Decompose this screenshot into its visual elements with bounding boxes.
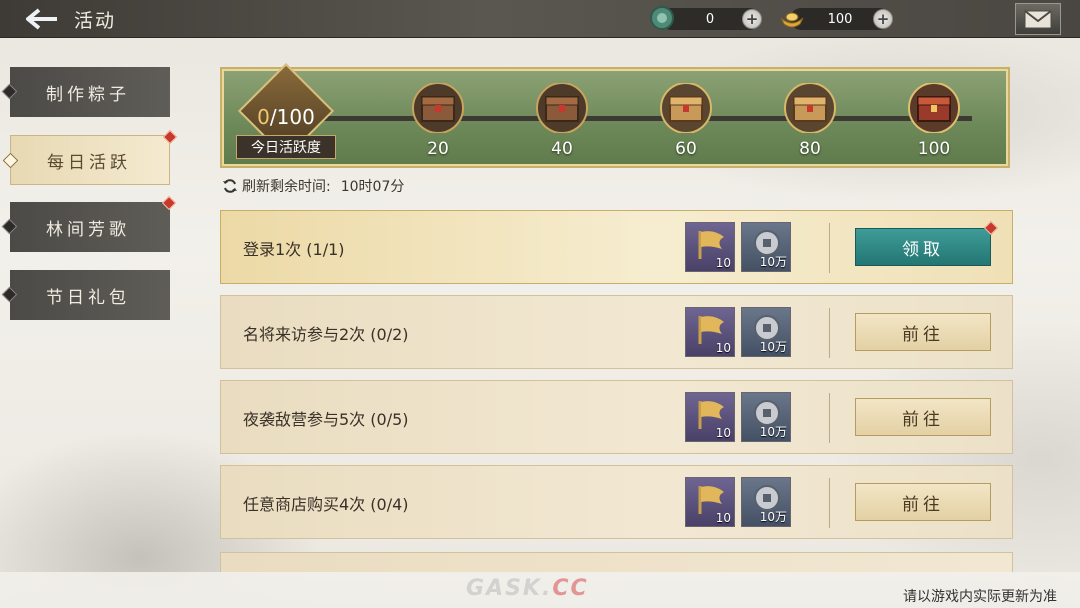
reward-coin-item[interactable]: 10万 (741, 222, 791, 272)
back-button[interactable] (22, 6, 62, 32)
activity-progress-banner: 0/100 今日活跃度 20 40 60 80 100 (220, 62, 1010, 168)
jade-coin-icon (650, 6, 674, 30)
gold-ingot-icon (780, 12, 804, 28)
milestone-value: 60 (675, 139, 697, 159)
sidebar-item-daily-active[interactable]: 每日活跃 (2, 129, 178, 185)
page-title: 活动 (74, 10, 117, 32)
milestone-value: 100 (917, 139, 951, 159)
refresh-icon (223, 179, 237, 193)
row-divider (829, 308, 830, 358)
row-divider (829, 223, 830, 273)
row-divider (829, 393, 830, 443)
sidebar-item-forest-song[interactable]: 林间芳歌 (1, 195, 177, 252)
footer-note: 请以游戏内实际更新为准 (903, 589, 1057, 605)
task-name: 名将来访参与2次 (0/2) (243, 325, 409, 344)
task-row: 夜袭敌营参与5次 (0/5) 10 10万 前往 (220, 380, 1013, 454)
top-bar: 活动 0 + 100 + (0, 0, 1080, 38)
milestone-value: 40 (551, 139, 573, 159)
sidebar-item-label: 林间芳歌 (46, 219, 130, 240)
back-arrow-icon (26, 8, 57, 30)
task-row: 登录1次 (1/1) 10 10万 领取 (220, 210, 1013, 284)
treasure-chest-icon[interactable] (410, 83, 466, 133)
diamond-marker-icon (1, 83, 18, 100)
task-name: 任意商店购买4次 (0/4) (243, 495, 409, 514)
task-name: 夜袭敌营参与5次 (0/5) (243, 410, 409, 429)
row-divider (829, 478, 830, 528)
go-button[interactable]: 前往 (855, 483, 991, 521)
diamond-marker-icon (1, 286, 18, 303)
treasure-chest-icon[interactable] (658, 83, 714, 133)
claim-button[interactable]: 领取 (855, 228, 991, 266)
diamond-marker-icon (2, 152, 19, 169)
milestone-value: 20 (427, 139, 449, 159)
notification-badge (162, 129, 178, 145)
sidebar-item-make-zongzi[interactable]: 制作粽子 (1, 67, 170, 117)
watermark: GASK.CC (466, 576, 589, 601)
refresh-time: 10时07分 (340, 179, 405, 195)
treasure-chest-icon[interactable] (782, 83, 838, 133)
activity-value: 0/100 (257, 105, 315, 129)
reward-coin-item[interactable]: 10万 (741, 477, 791, 527)
today-activity-badge: 0/100 今日活跃度 (236, 62, 336, 167)
notification-badge (161, 195, 177, 211)
task-row: 名将来访参与2次 (0/2) 10 10万 前往 (220, 295, 1013, 369)
reward-coin-item[interactable]: 10万 (741, 307, 791, 357)
task-name: 登录1次 (1/1) (243, 240, 345, 259)
task-row: 任意商店购买4次 (0/4) 10 10万 前往 (220, 465, 1013, 539)
reward-flag-item[interactable]: 10 (685, 307, 735, 357)
reward-coin-item[interactable]: 10万 (741, 392, 791, 442)
go-button[interactable]: 前往 (855, 313, 991, 351)
sidebar-item-festival-gift[interactable]: 节日礼包 (1, 270, 170, 320)
envelope-icon (1024, 10, 1052, 29)
sidebar-item-label: 节日礼包 (46, 287, 130, 308)
diamond-marker-icon (1, 218, 18, 235)
task-row-partial (220, 552, 1013, 574)
refresh-timer: 刷新剩余时间: 10时07分 (222, 176, 404, 196)
add-jade-button[interactable]: + (742, 9, 762, 29)
reward-flag-item[interactable]: 10 (685, 222, 735, 272)
treasure-chest-icon[interactable] (906, 83, 962, 133)
add-gold-button[interactable]: + (873, 9, 893, 29)
activity-label: 今日活跃度 (236, 135, 336, 159)
treasure-chest-icon[interactable] (534, 83, 590, 133)
refresh-label: 刷新剩余时间: (242, 179, 331, 195)
reward-flag-item[interactable]: 10 (685, 392, 735, 442)
sidebar-item-label: 制作粽子 (46, 84, 130, 105)
reward-flag-item[interactable]: 10 (685, 477, 735, 527)
milestone-value: 80 (799, 139, 821, 159)
go-button[interactable]: 前往 (855, 398, 991, 436)
sidebar-item-label: 每日活跃 (47, 152, 131, 173)
mail-button[interactable] (1015, 3, 1061, 35)
